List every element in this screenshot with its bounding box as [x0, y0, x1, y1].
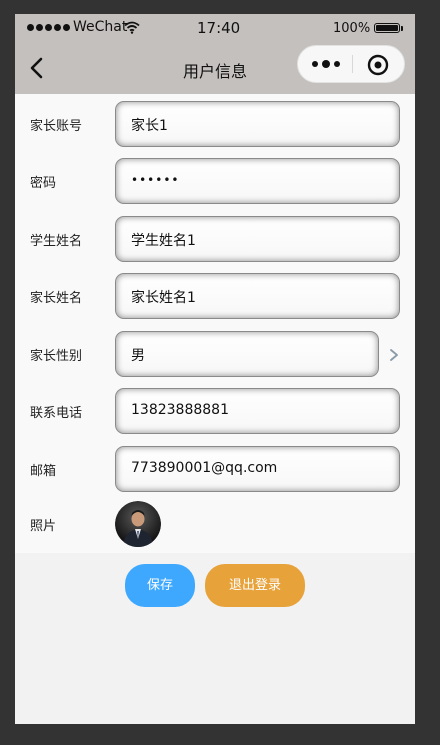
row-password: •••••• 密码 ••••••	[15, 158, 415, 204]
status-time: 17:40	[197, 19, 241, 37]
student-name-label: 学生姓名	[30, 234, 83, 249]
signal-icon	[27, 24, 70, 31]
carrier-name: WeChat	[73, 19, 128, 35]
logout-button[interactable]: 退出登录	[205, 564, 305, 607]
photo-label: 照片	[30, 519, 57, 534]
more-dots-icon[interactable]	[310, 55, 342, 73]
battery-tip	[401, 26, 403, 31]
parent-account-label: 家长账号	[30, 119, 83, 134]
row-parent-name: 家长姓名 家长姓名1	[15, 273, 415, 319]
parent-name-input[interactable]: 家长姓名1	[115, 273, 400, 319]
row-phone: 联系电话 13823888881	[15, 388, 415, 434]
phone-screen: WeChat 17:40 100% 用户信息 家长账号 家长1 密码 •••••…	[15, 14, 415, 724]
mini-program-capsule	[297, 45, 405, 83]
email-label: 邮箱	[30, 464, 57, 479]
email-input[interactable]: 773890001@qq.com	[115, 446, 400, 492]
row-parent-account: 家长账号 家长1	[15, 101, 415, 147]
avatar-photo[interactable]	[115, 501, 161, 547]
status-bar: WeChat 17:40 100%	[15, 14, 415, 42]
parent-name-label: 家长姓名	[30, 291, 83, 306]
student-name-input[interactable]: 学生姓名1	[115, 216, 400, 262]
user-info-form: 家长账号 家长1 •••••• 密码 •••••• 学生姓名 学生姓名1 家长姓…	[15, 94, 415, 553]
row-student-name: 学生姓名 学生姓名1	[15, 216, 415, 262]
password-input[interactable]: ••••••	[115, 158, 400, 204]
phone-label: 联系电话	[30, 406, 83, 421]
navigation-bar: 用户信息	[15, 42, 415, 94]
parent-gender-label: 家长性别	[30, 349, 83, 364]
parent-account-input[interactable]: 家长1	[115, 101, 400, 147]
password-label-text: 密码	[30, 176, 57, 191]
battery-percent: 100%	[333, 21, 371, 36]
target-circle-icon[interactable]	[366, 53, 390, 77]
row-parent-gender: 家长性别 男	[15, 331, 415, 377]
chevron-right-icon[interactable]	[388, 347, 400, 363]
capsule-divider	[352, 55, 353, 73]
row-photo: 照片	[15, 501, 415, 547]
parent-gender-picker[interactable]: 男	[115, 331, 379, 377]
battery-icon	[374, 23, 400, 33]
wifi-icon	[124, 21, 140, 34]
save-button[interactable]: 保存	[125, 564, 195, 607]
phone-input[interactable]: 13823888881	[115, 388, 400, 434]
row-email: 邮箱 773890001@qq.com	[15, 446, 415, 492]
